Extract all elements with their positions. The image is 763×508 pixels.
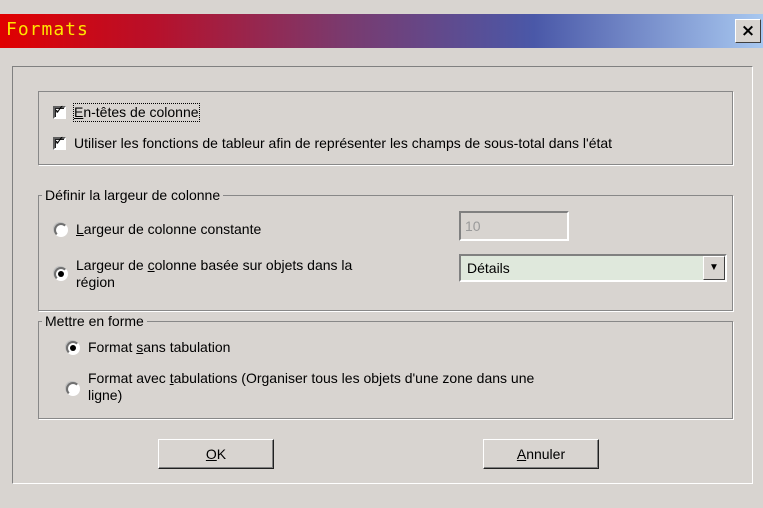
chevron-down-icon[interactable]: ▼: [703, 256, 725, 280]
column-headers-label: En-têtes de colonne: [73, 103, 200, 122]
column-headers-checkbox[interactable]: ✓: [53, 103, 66, 119]
constant-width-radio[interactable]: [54, 223, 68, 237]
ok-button[interactable]: OK: [158, 439, 274, 469]
radio-selected-dot: [58, 271, 64, 277]
formats-dialog: Formats × ✓ En-têtes de colonne ✓ Utilis…: [0, 0, 763, 508]
spreadsheet-functions-checkbox[interactable]: ✓: [53, 134, 66, 150]
column-width-group: Définir la largeur de colonne Largeur de…: [38, 187, 733, 311]
formatting-group: Mettre en forme Format sans tabulation F…: [38, 313, 733, 419]
checkmark-icon: ✓: [54, 103, 65, 118]
spreadsheet-functions-label: Utiliser les fonctions de tableur afin d…: [74, 135, 613, 151]
constant-width-input[interactable]: 10: [459, 211, 569, 241]
column-width-legend: Définir la largeur de colonne: [42, 187, 224, 203]
constant-width-label: Largeur de colonne constante: [76, 221, 262, 237]
tab-format-label: Format avec tabulations (Organiser tous …: [88, 370, 535, 403]
region-select-value: Détails: [467, 260, 510, 276]
no-tab-format-label: Format sans tabulation: [88, 339, 231, 355]
no-tab-format-radio[interactable]: [66, 341, 80, 355]
region-width-label: Largeur de colonne basée sur objets dans…: [76, 257, 353, 290]
checkmark-icon: ✓: [54, 134, 65, 149]
title-bar[interactable]: Formats ×: [0, 14, 763, 48]
region-width-radio[interactable]: [54, 267, 68, 281]
region-select[interactable]: Détails ▼: [459, 254, 727, 282]
window-title: Formats: [6, 19, 89, 40]
dialog-body: ✓ En-têtes de colonne ✓ Utiliser les fon…: [12, 66, 753, 484]
formatting-legend: Mettre en forme: [42, 313, 147, 329]
close-button[interactable]: ×: [735, 19, 761, 43]
radio-selected-dot: [70, 345, 76, 351]
close-icon: ×: [740, 21, 756, 41]
cancel-button[interactable]: Annuler: [483, 439, 599, 469]
tab-format-radio[interactable]: [66, 382, 80, 396]
options-group: ✓ En-têtes de colonne ✓ Utiliser les fon…: [38, 91, 733, 165]
